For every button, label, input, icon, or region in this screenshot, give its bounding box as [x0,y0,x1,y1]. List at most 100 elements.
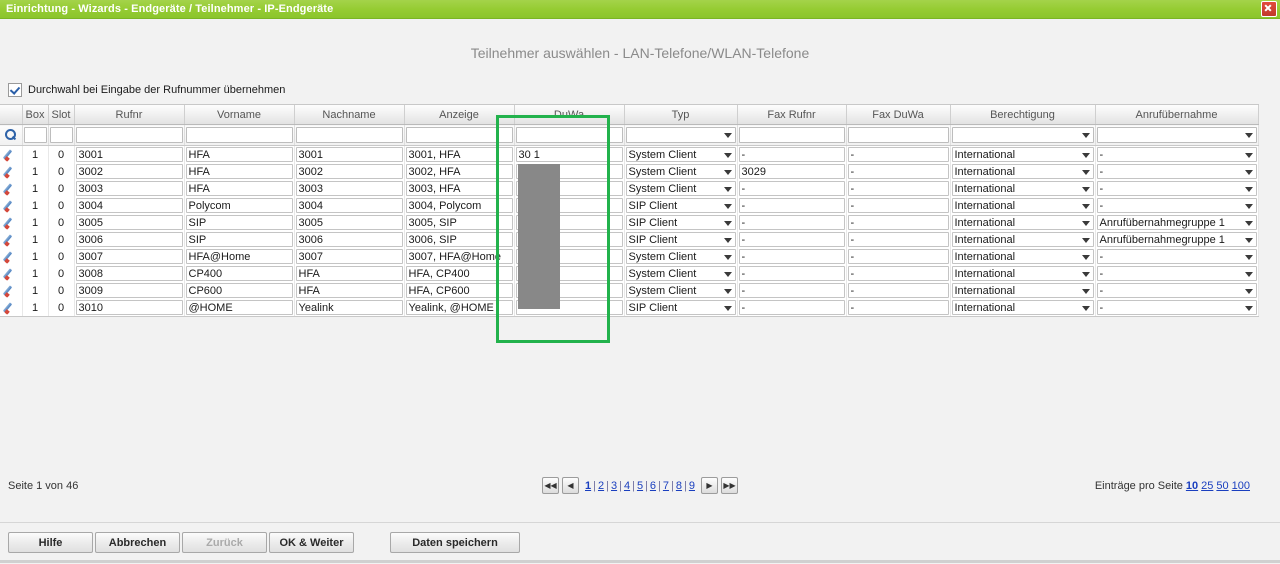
cell-anzeige-input[interactable]: 3003, HFA [406,181,513,196]
cell-nachname[interactable]: HFA [294,282,404,299]
filter-vorname-cell[interactable] [184,125,294,146]
edit-icon[interactable] [4,250,17,263]
col-header-fax-rufnr[interactable]: Fax Rufnr [737,105,846,125]
cell-vorname[interactable]: HFA [184,146,294,164]
cell-fax-rufnr-input[interactable]: - [739,147,845,162]
cell-vorname[interactable]: SIP [184,231,294,248]
cell-fax-duwa[interactable]: - [846,163,950,180]
cell-nachname[interactable]: 3001 [294,146,404,164]
filter-anzeige-input[interactable] [406,127,513,143]
cell-anzeige[interactable]: 3006, SIP [404,231,514,248]
cell-fax-rufnr-input[interactable]: - [739,266,845,281]
cancel-button[interactable]: Abbrechen [95,532,180,553]
cell-fax-duwa-input[interactable]: - [848,147,949,162]
cell-fax-duwa-input[interactable]: - [848,300,949,315]
cell-vorname-input[interactable]: SIP [186,215,293,230]
cell-fax-rufnr[interactable]: - [737,231,846,248]
cell-nachname-input[interactable]: 3007 [296,249,403,264]
cell-fax-rufnr[interactable]: - [737,248,846,265]
cell-vorname-input[interactable]: CP600 [186,283,293,298]
cell-anzeige-input[interactable]: 3004, Polycom [406,198,513,213]
cell-fax-duwa[interactable]: - [846,180,950,197]
cell-fax-rufnr-input[interactable]: - [739,181,845,196]
cell-fax-rufnr-input[interactable]: - [739,300,845,315]
cell-fax-duwa-input[interactable]: - [848,266,949,281]
col-header-box[interactable]: Box [22,105,48,125]
row-edit-cell[interactable] [0,248,22,265]
save-data-button[interactable]: Daten speichern [390,532,520,553]
pagination[interactable]: ◀◀ ◀ 1|2|3|4|5|6|7|8|9 ▶ ▶▶ [542,477,738,494]
cell-fax-duwa[interactable]: - [846,282,950,299]
cell-typ-select[interactable]: System Client [626,164,736,179]
cell-berechtigung-select[interactable]: International [952,147,1094,162]
cell-anrufuebernahme-select[interactable]: - [1097,164,1257,179]
cell-anrufuebernahme[interactable]: - [1095,163,1258,180]
cell-berechtigung-select[interactable]: International [952,215,1094,230]
table-row[interactable]: 1 0 3003 HFA 3003 3003, HFA 30 3 System … [0,180,1258,197]
table-row[interactable]: 1 0 3001 HFA 3001 3001, HFA 30 1 System … [0,146,1258,164]
cell-rufnr-input[interactable]: 3005 [76,215,183,230]
cell-rufnr[interactable]: 3004 [74,197,184,214]
edit-icon[interactable] [4,199,17,212]
filter-berechtigung-select[interactable] [952,127,1094,143]
cell-anzeige-input[interactable]: 3005, SIP [406,215,513,230]
cell-typ-select[interactable]: SIP Client [626,198,736,213]
cell-anrufuebernahme[interactable]: - [1095,282,1258,299]
cell-typ[interactable]: SIP Client [624,197,737,214]
cell-berechtigung-select[interactable]: International [952,266,1094,281]
cell-anrufuebernahme[interactable]: - [1095,265,1258,282]
cell-berechtigung[interactable]: International [950,197,1095,214]
pager-page-9[interactable]: 9 [688,480,696,492]
cell-fax-rufnr[interactable]: - [737,282,846,299]
cell-rufnr[interactable]: 3010 [74,299,184,316]
cell-nachname-input[interactable]: HFA [296,283,403,298]
cell-rufnr-input[interactable]: 3001 [76,147,183,162]
filter-fax-duwa-cell[interactable] [846,125,950,146]
filter-rufnr-input[interactable] [76,127,183,143]
cell-anrufuebernahme[interactable]: Anrufübernahmegruppe 1 [1095,214,1258,231]
cell-fax-rufnr[interactable]: - [737,299,846,316]
cell-nachname-input[interactable]: 3004 [296,198,403,213]
cell-vorname[interactable]: HFA [184,180,294,197]
table-row[interactable]: 1 0 3010 @HOME Yealink Yealink, @HOME - … [0,299,1258,316]
cell-berechtigung-select[interactable]: International [952,198,1094,213]
cell-fax-duwa-input[interactable]: - [848,232,949,247]
cell-rufnr[interactable]: 3008 [74,265,184,282]
filter-duwa-input[interactable] [516,127,623,143]
cell-fax-rufnr-input[interactable]: 3029 [739,164,845,179]
cell-fax-duwa[interactable]: - [846,146,950,164]
cell-berechtigung[interactable]: International [950,146,1095,164]
cell-vorname[interactable]: SIP [184,214,294,231]
cell-nachname[interactable]: 3005 [294,214,404,231]
cell-fax-duwa[interactable]: - [846,265,950,282]
cell-fax-duwa-input[interactable]: - [848,164,949,179]
pager-next-button[interactable]: ▶ [701,477,718,494]
pager-first-button[interactable]: ◀◀ [542,477,559,494]
cell-typ[interactable]: System Client [624,248,737,265]
cell-rufnr-input[interactable]: 3010 [76,300,183,315]
cell-vorname-input[interactable]: @HOME [186,300,293,315]
cell-fax-rufnr[interactable]: - [737,214,846,231]
row-edit-cell[interactable] [0,214,22,231]
ok-next-button[interactable]: OK & Weiter [269,532,354,553]
pager-last-button[interactable]: ▶▶ [721,477,738,494]
cell-fax-rufnr-input[interactable]: - [739,198,845,213]
cell-anrufuebernahme-select[interactable]: - [1097,283,1257,298]
col-header-rufnr[interactable]: Rufnr [74,105,184,125]
pager-page-5[interactable]: 5 [636,480,644,492]
cell-anzeige[interactable]: 3001, HFA [404,146,514,164]
cell-anzeige[interactable]: 3002, HFA [404,163,514,180]
row-edit-cell[interactable] [0,197,22,214]
cell-anzeige[interactable]: HFA, CP600 [404,282,514,299]
row-edit-cell[interactable] [0,180,22,197]
filter-slot-cell[interactable] [48,125,74,146]
cell-nachname[interactable]: Yealink [294,299,404,316]
cell-anrufuebernahme-select[interactable]: - [1097,300,1257,315]
edit-icon[interactable] [4,284,17,297]
table-row[interactable]: 1 0 3008 CP400 HFA HFA, CP400 30 8 Syste… [0,265,1258,282]
col-header-vorname[interactable]: Vorname [184,105,294,125]
cell-rufnr-input[interactable]: 3006 [76,232,183,247]
filter-anrufuebernahme-cell[interactable] [1095,125,1258,146]
per-page-10[interactable]: 10 [1186,480,1198,492]
cell-fax-duwa[interactable]: - [846,231,950,248]
